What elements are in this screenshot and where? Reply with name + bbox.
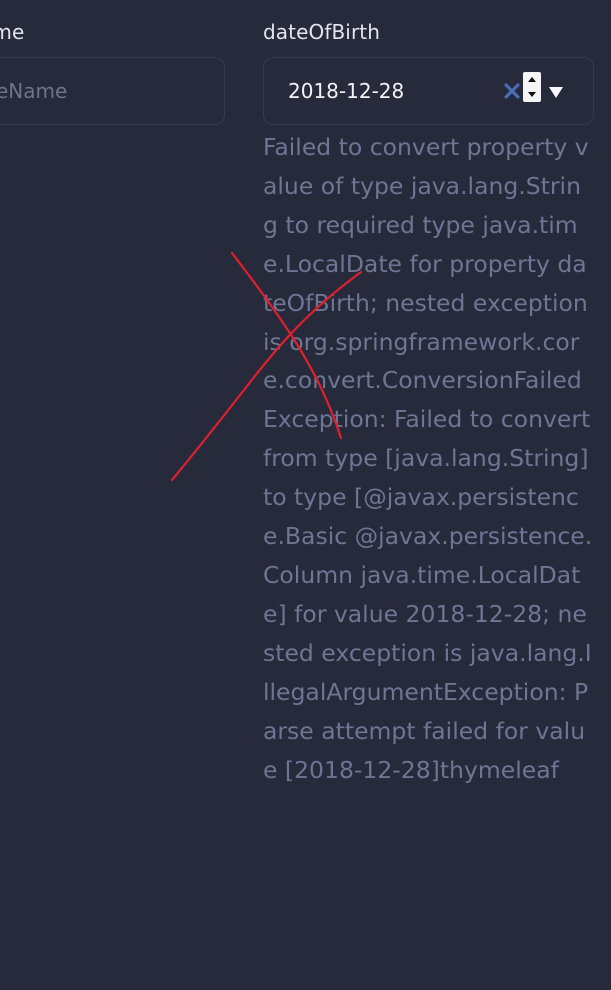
left-field-label: ame (0, 20, 25, 44)
date-of-birth-error: Failed to convert property value of type… (263, 133, 593, 784)
date-of-birth-input[interactable]: 2018-12-28 (263, 57, 594, 125)
date-of-birth-value: 2018-12-28 (288, 79, 405, 103)
left-name-placeholder: eName (0, 79, 68, 103)
close-icon[interactable] (503, 82, 521, 100)
chevron-down-icon[interactable] (548, 84, 564, 98)
date-of-birth-label: dateOfBirth (263, 20, 380, 44)
stepper-icon[interactable] (523, 72, 541, 102)
left-name-input[interactable]: eName (0, 57, 225, 125)
form-page: ame dateOfBirth eName 2018-12-28 Failed … (0, 0, 611, 990)
